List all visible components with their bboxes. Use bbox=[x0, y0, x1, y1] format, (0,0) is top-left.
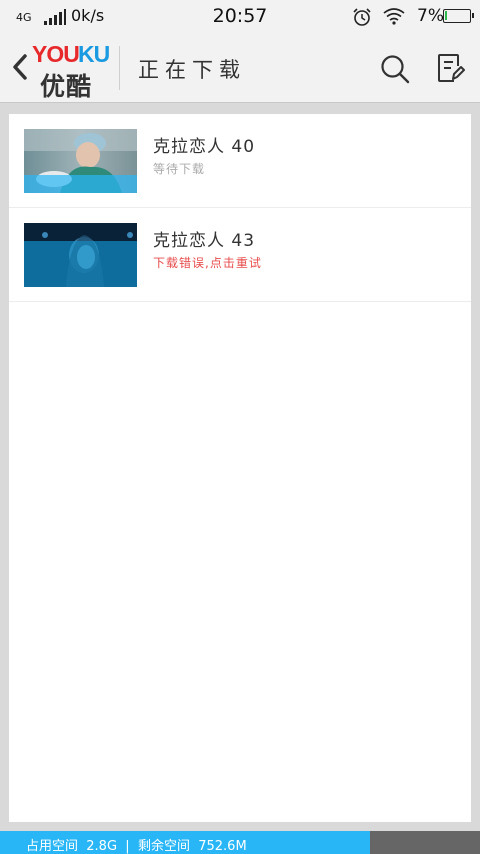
separator: | bbox=[125, 839, 130, 854]
alarm-icon bbox=[353, 8, 371, 26]
battery-icon bbox=[443, 9, 474, 23]
storage-bar: 占用空间 2.8G | 剩余空间 752.6M bbox=[0, 831, 480, 854]
download-status: 等待下载 bbox=[153, 162, 206, 176]
search-icon[interactable] bbox=[380, 54, 410, 84]
download-item[interactable]: 克拉恋人 40 等待下载 bbox=[9, 114, 471, 208]
wifi-icon bbox=[383, 8, 405, 25]
page-title: 正在下载 bbox=[138, 58, 246, 82]
header-divider bbox=[119, 46, 120, 90]
storage-info: 占用空间 2.8G | 剩余空间 752.6M bbox=[26, 835, 247, 854]
battery-percent: 7% bbox=[417, 6, 444, 26]
logo-chinese: 优酷 bbox=[40, 72, 93, 101]
video-title: 克拉恋人 43 bbox=[153, 231, 256, 251]
clock: 20:57 bbox=[212, 5, 268, 27]
video-thumbnail bbox=[24, 223, 137, 287]
logo-you: YOU bbox=[32, 41, 80, 67]
video-thumbnail bbox=[24, 129, 137, 193]
youku-logo[interactable]: YOU KU 优酷 bbox=[32, 41, 110, 101]
free-value: 752.6M bbox=[198, 839, 247, 854]
download-item[interactable]: 克拉恋人 43 下载错误,点击重试 bbox=[9, 208, 471, 302]
edit-icon[interactable] bbox=[437, 53, 465, 83]
used-label: 占用空间 bbox=[26, 839, 79, 854]
app-header: YOU KU 优酷 正在下载 bbox=[0, 32, 480, 103]
free-label: 剩余空间 bbox=[137, 839, 190, 854]
download-status[interactable]: 下载错误,点击重试 bbox=[153, 254, 262, 271]
back-arrow-icon[interactable] bbox=[10, 52, 30, 82]
used-value: 2.8G bbox=[86, 839, 118, 854]
logo-ku: KU bbox=[78, 41, 110, 67]
status-bar: 4G 0k/s 20:57 7% bbox=[0, 0, 480, 32]
download-list: 克拉恋人 40 等待下载 克拉恋人 43 下载错误,点击重试 bbox=[9, 114, 471, 822]
battery-level bbox=[445, 11, 447, 20]
video-title: 克拉恋人 40 bbox=[153, 137, 256, 157]
